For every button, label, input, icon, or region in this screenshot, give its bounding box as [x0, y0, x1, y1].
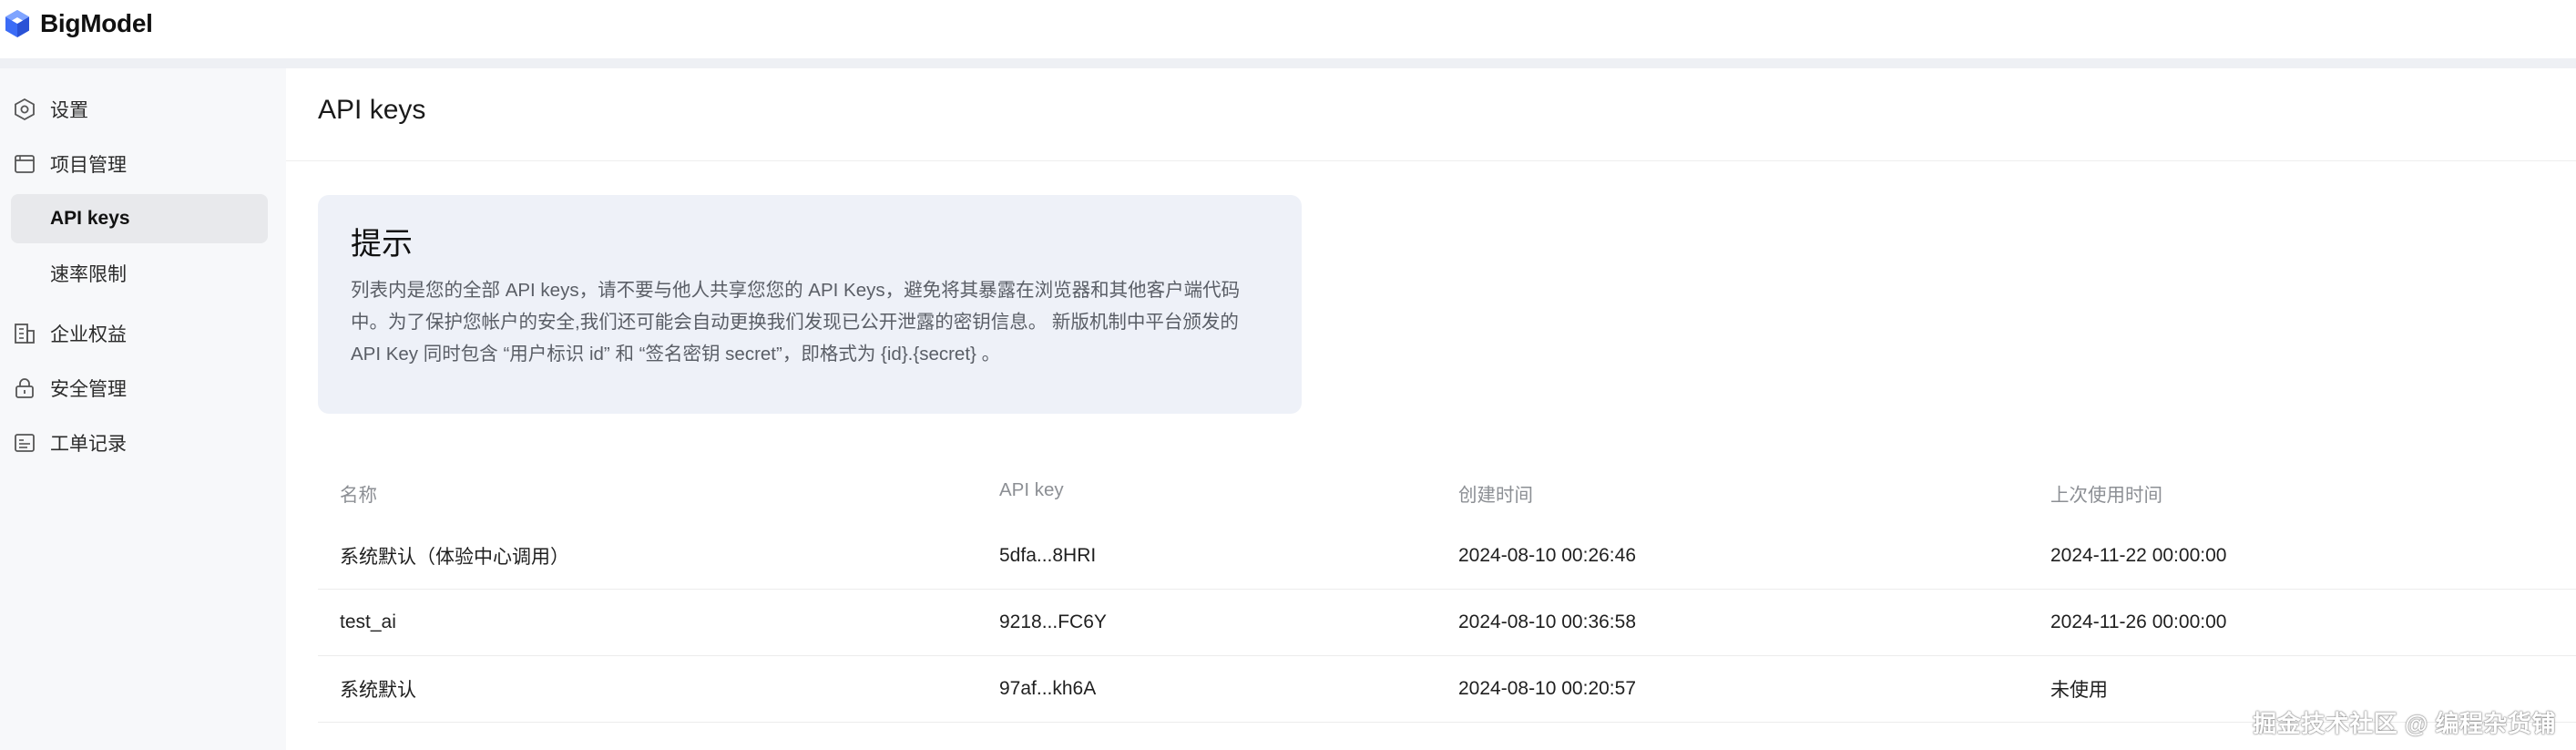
sidebar-item-api-keys[interactable]: API keys [11, 194, 268, 243]
sidebar-item-label: 项目管理 [50, 155, 127, 176]
sidebar-item-enterprise-benefits[interactable]: 企业权益 [0, 311, 286, 356]
key-name-cell: test_ai [340, 611, 396, 632]
table-row[interactable]: test_ai 9218...FC6Y 2024-08-10 00:36:58 … [318, 590, 2576, 656]
sidebar-item-label: 安全管理 [50, 379, 127, 400]
sidebar-item-label: API keys [50, 208, 130, 229]
title-divider [286, 160, 2576, 161]
api-keys-table: 名称 API key 创建时间 上次使用时间 系统默认（体验中心调用） 5dfa… [318, 457, 2576, 723]
last-used-cell: 2024-11-22 00:00:00 [2050, 545, 2227, 566]
brand-name: BigModel [40, 9, 153, 37]
column-header-created-at: 创建时间 [1458, 485, 1533, 506]
settings-hexagon-icon [13, 98, 36, 121]
column-header-last-used: 上次使用时间 [2050, 485, 2162, 506]
last-used-cell: 2024-11-26 00:00:00 [2050, 611, 2227, 632]
watermark-text: 掘金技术社区 @ 编程杂货铺 [2253, 710, 2556, 737]
sidebar-item-security[interactable]: 安全管理 [0, 365, 286, 411]
sidebar-item-label: 设置 [50, 100, 88, 121]
sidebar-item-project-management[interactable]: 项目管理 [0, 141, 286, 187]
ticket-list-icon [13, 431, 36, 455]
sidebar-item-label: 速率限制 [50, 264, 127, 285]
building-icon [13, 322, 36, 345]
tip-title: 提示 [351, 227, 413, 262]
key-name-cell: 系统默认（体验中心调用） [340, 547, 569, 568]
hexagon-cube-logo-icon [5, 10, 29, 37]
top-bar: BigModel [0, 0, 2576, 58]
lock-icon [13, 376, 36, 400]
tip-notice: 提示 列表内是您的全部 API keys，请不要与他人共享您您的 API Key… [318, 195, 1302, 414]
api-key-cell: 5dfa...8HRI [999, 545, 1097, 566]
column-header-api-key: API key [999, 479, 1064, 500]
table-row[interactable]: 系统默认 97af...kh6A 2024-08-10 00:20:57 未使用 [318, 656, 2576, 723]
table-row[interactable]: 系统默认（体验中心调用） 5dfa...8HRI 2024-08-10 00:2… [318, 523, 2576, 590]
sidebar-item-label: 工单记录 [50, 434, 127, 455]
created-at-cell: 2024-08-10 00:36:58 [1458, 611, 1636, 632]
column-header-name: 名称 [340, 485, 377, 506]
created-at-cell: 2024-08-10 00:26:46 [1458, 545, 1636, 566]
sidebar-item-settings[interactable]: 设置 [0, 87, 286, 132]
sidebar-item-label: 企业权益 [50, 324, 127, 345]
key-name-cell: 系统默认 [340, 680, 416, 701]
api-key-cell: 9218...FC6Y [999, 611, 1107, 632]
created-at-cell: 2024-08-10 00:20:57 [1458, 678, 1636, 699]
folder-window-icon [13, 152, 36, 176]
brand-logo[interactable]: BigModel [4, 5, 153, 42]
api-key-cell: 97af...kh6A [999, 678, 1097, 699]
header-divider [0, 58, 2576, 68]
sidebar: 设置 项目管理 API keys 速率限制 企业权益 安全管理 工单记录 [0, 68, 286, 750]
tip-body: 列表内是您的全部 API keys，请不要与他人共享您您的 API Keys，避… [351, 280, 1241, 365]
sidebar-item-rate-limit[interactable]: 速率限制 [11, 249, 268, 298]
table-header-row: 名称 API key 创建时间 上次使用时间 [318, 457, 2576, 523]
page-title: API keys [318, 95, 426, 125]
last-used-cell: 未使用 [2050, 680, 2108, 701]
sidebar-item-ticket-records[interactable]: 工单记录 [0, 420, 286, 466]
